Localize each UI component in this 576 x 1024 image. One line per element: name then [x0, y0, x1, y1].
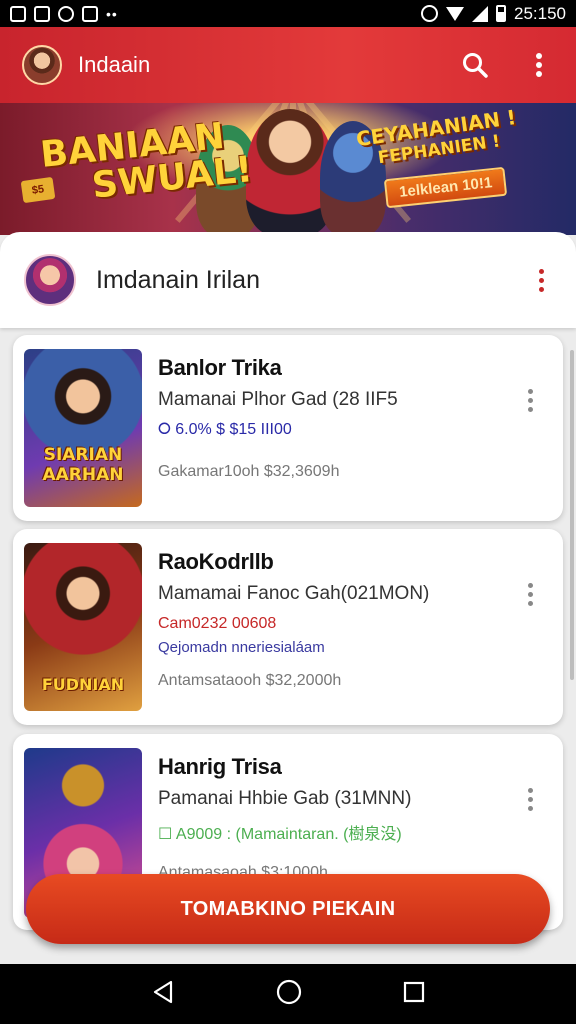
card-more-icon[interactable]: [520, 784, 541, 815]
promo-banner[interactable]: BANIAAN SWUAL! $5 CEYAHANIAN ! FEPHANIEN…: [0, 103, 576, 235]
card-title: Hanrig Trisa: [158, 754, 282, 779]
gallery-notification-icon: [10, 5, 26, 22]
list-item[interactable]: FUDNIAN RaoKodrllb Mamamai Fanoc Gah(021…: [13, 529, 563, 725]
battery-icon: [496, 5, 506, 22]
card-subtitle: Pamanai Hhbie Gab (31MNN): [158, 788, 412, 809]
cell-signal-icon: [472, 5, 488, 22]
card-price-tag: ⭘ 6.0% $ $15 III00: [158, 421, 292, 438]
channel-header: Imdanain Irilan: [0, 232, 576, 328]
list-scrollbar[interactable]: [570, 350, 574, 680]
card-title: Banlor Trika: [158, 355, 282, 380]
primary-action-button[interactable]: TOMABKINO PIEKAIN: [26, 874, 550, 944]
card-price-tag: Cam0232 00608: [158, 615, 277, 632]
wifi-icon: [446, 6, 464, 21]
app-notification-icon: [82, 5, 98, 22]
card-more-icon[interactable]: [520, 385, 541, 416]
header-more-icon[interactable]: [531, 265, 552, 296]
channel-avatar[interactable]: [24, 254, 76, 306]
sync-notification-icon: [58, 5, 74, 22]
banner-cta-button[interactable]: 1elklean 10!1: [383, 166, 508, 209]
status-bar: •• 25:150: [0, 0, 576, 27]
card-footer: Gakamar10oh $32,3609h: [158, 463, 340, 480]
card-price-tag: ☐ A9009 : (Mamaintaran. (樹泉没): [158, 826, 402, 843]
recents-icon[interactable]: [403, 981, 425, 1008]
game-thumbnail: SIARIAN AARHAN: [24, 349, 142, 507]
card-description: Qejomadn nneriesialáam: [158, 639, 325, 656]
banner-headline-right: CEYAHANIAN ! FEPHANIEN !: [354, 105, 518, 169]
card-footer: Antamsataooh $32,2000h: [158, 672, 342, 689]
card-title: RaoKodrllb: [158, 549, 274, 574]
back-icon[interactable]: [151, 980, 175, 1009]
profile-avatar[interactable]: [22, 45, 62, 85]
app-bar: Indaain: [0, 27, 576, 103]
game-thumbnail: FUDNIAN: [24, 543, 142, 711]
card-more-icon[interactable]: [520, 579, 541, 610]
card-subtitle: Mamanai Plhor Gad (28 IIF5: [158, 389, 398, 410]
more-notifications-icon: ••: [106, 5, 118, 22]
status-time: 25:150: [514, 3, 566, 23]
banner-sticker: $5: [20, 176, 56, 204]
app-title: Indaain: [78, 52, 151, 77]
image-notification-icon: [34, 5, 50, 22]
search-icon[interactable]: [460, 50, 490, 80]
card-subtitle: Mamamai Fanoc Gah(021MON): [158, 583, 430, 604]
alarm-icon: [421, 5, 438, 22]
channel-title: Imdanain Irilan: [96, 265, 260, 294]
system-nav-bar: [0, 964, 576, 1024]
overflow-menu-icon[interactable]: [524, 50, 554, 80]
list-item[interactable]: SIARIAN AARHAN Banlor Trika Mamanai Plho…: [13, 335, 563, 521]
home-icon[interactable]: [276, 979, 302, 1010]
game-list: SIARIAN AARHAN Banlor Trika Mamanai Plho…: [0, 328, 576, 964]
